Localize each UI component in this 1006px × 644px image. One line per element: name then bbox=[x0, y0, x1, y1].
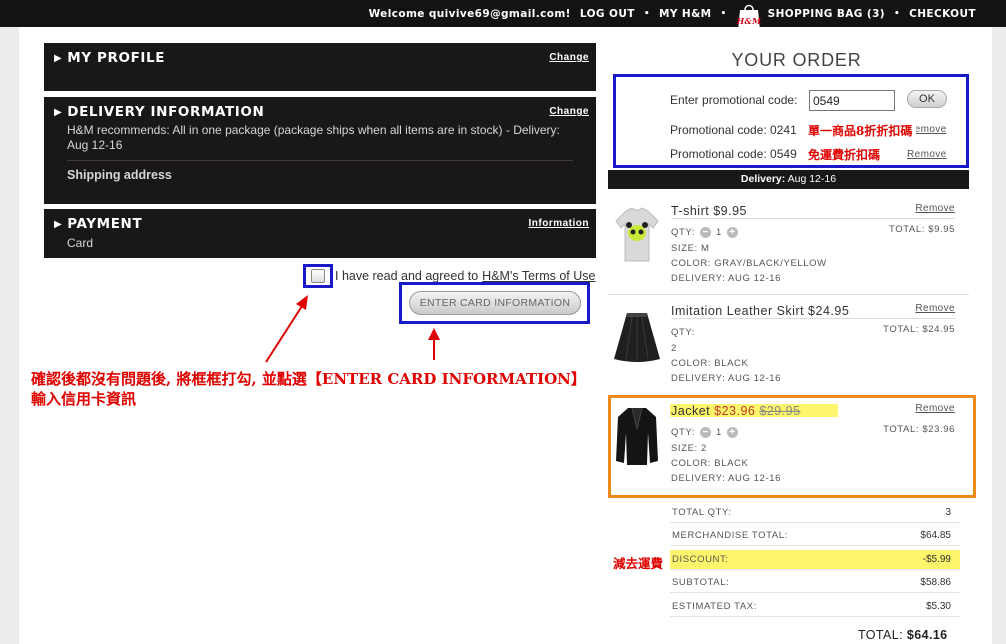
annotation-button-highlight: ENTER CARD INFORMATION bbox=[399, 282, 590, 324]
summary-row: SUBTOTAL: $58.86 bbox=[670, 573, 960, 593]
qty-decrease-icon[interactable]: − bbox=[700, 227, 712, 238]
terms-of-use-link[interactable]: H&M's Terms of Use bbox=[482, 269, 595, 283]
summary-label: SUBTOTAL: bbox=[672, 577, 730, 588]
shipping-address-label: Shipping address bbox=[67, 168, 172, 182]
order-item: Imitation Leather Skirt $24.95 Remove QT… bbox=[608, 296, 969, 394]
enter-card-information-button[interactable]: ENTER CARD INFORMATION bbox=[409, 291, 581, 315]
my-profile-panel: ▶ MY PROFILE Change bbox=[44, 43, 596, 91]
item-delivery: DELIVERY: AUG 12-16 bbox=[671, 373, 781, 384]
item-remove-link[interactable]: Remove bbox=[915, 203, 955, 214]
qty-label: QTY: bbox=[671, 227, 696, 239]
summary-value: $64.85 bbox=[920, 530, 951, 541]
terms-text: I have read and agreed to bbox=[335, 269, 479, 283]
my-profile-title[interactable]: ▶ MY PROFILE bbox=[54, 50, 165, 66]
nav-separator: • bbox=[643, 8, 650, 19]
shopping-bag-icon[interactable]: H&M bbox=[736, 1, 762, 31]
expand-triangle-icon[interactable]: ▶ bbox=[54, 107, 62, 118]
my-hm-link[interactable]: MY H&M bbox=[659, 8, 712, 20]
item-delivery: DELIVERY: AUG 12-16 bbox=[671, 273, 781, 284]
nav-separator: • bbox=[893, 8, 901, 19]
divider bbox=[608, 294, 969, 295]
qty-increase-icon[interactable]: + bbox=[726, 227, 738, 238]
grand-total-label: TOTAL: bbox=[858, 628, 904, 642]
delivery-title[interactable]: ▶ DELIVERY INFORMATION bbox=[54, 104, 264, 120]
item-qty: QTY: −1 + bbox=[671, 227, 743, 238]
tshirt-thumbnail[interactable] bbox=[612, 203, 662, 268]
payment-panel: ▶ PAYMENT Information Card bbox=[44, 209, 596, 258]
summary-row: TOTAL QTY: 3 bbox=[670, 503, 960, 523]
annotation-discount: 減去運費 bbox=[613, 556, 664, 571]
skirt-thumbnail[interactable] bbox=[612, 303, 662, 368]
annotation-instruction-line1: 確認後都沒有問題後, 將框框打勾, 並點選【ENTER CARD INFORMA… bbox=[31, 370, 586, 388]
divider bbox=[671, 218, 955, 219]
terms-checkbox[interactable] bbox=[311, 269, 325, 283]
delivery-change-link[interactable]: Change bbox=[549, 106, 589, 117]
item-name[interactable]: T-shirt $9.95 bbox=[671, 204, 747, 218]
summary-value: -$5.99 bbox=[922, 554, 951, 565]
payment-title-text: PAYMENT bbox=[67, 216, 143, 232]
summary-label: TOTAL QTY: bbox=[672, 507, 732, 518]
nav-separator: • bbox=[720, 8, 727, 19]
summary-row-discount: DISCOUNT: -$5.99 bbox=[670, 550, 960, 570]
grand-total: TOTAL: $64.16 bbox=[858, 628, 948, 642]
payment-title[interactable]: ▶ PAYMENT bbox=[54, 216, 142, 232]
summary-value: $58.86 bbox=[920, 577, 951, 588]
delivery-title-text: DELIVERY INFORMATION bbox=[67, 104, 265, 120]
annotation-instruction-line2: 輸入信用卡資訊 bbox=[31, 390, 137, 408]
top-nav: Welcome quivive69@gmail.com! LOG OUT • M… bbox=[368, 0, 976, 30]
annotation-item-highlight bbox=[608, 395, 976, 498]
item-remove-link[interactable]: Remove bbox=[915, 303, 955, 314]
item-total: TOTAL: $24.95 bbox=[883, 324, 955, 335]
qty-value: 1 bbox=[716, 227, 722, 239]
my-profile-title-text: MY PROFILE bbox=[67, 50, 166, 66]
item-qty: QTY: bbox=[671, 327, 695, 338]
item-qty-value: 2 bbox=[671, 343, 677, 354]
divider bbox=[67, 160, 573, 161]
item-name[interactable]: Imitation Leather Skirt $24.95 bbox=[671, 304, 849, 318]
order-item: T-shirt $9.95 Remove QTY: −1 + TOTAL: $9.9… bbox=[608, 196, 969, 294]
logout-link[interactable]: LOG OUT bbox=[580, 8, 635, 20]
expand-triangle-icon[interactable]: ▶ bbox=[54, 219, 62, 230]
payment-information-link[interactable]: Information bbox=[529, 218, 590, 229]
bag-logo-text: H&M bbox=[736, 16, 762, 26]
annotation-checkbox-highlight bbox=[303, 264, 333, 288]
checkout-link[interactable]: CHECKOUT bbox=[909, 8, 976, 20]
divider bbox=[671, 318, 955, 319]
summary-value: $5.30 bbox=[925, 601, 951, 612]
delivery-information-panel: ▶ DELIVERY INFORMATION Change H&M recomme… bbox=[44, 97, 596, 204]
payment-method: Card bbox=[67, 236, 94, 250]
delivery-bar: Delivery: Aug 12-16 bbox=[608, 170, 969, 189]
expand-triangle-icon[interactable]: ▶ bbox=[54, 53, 62, 64]
grand-total-value: $64.16 bbox=[906, 628, 948, 642]
annotation-promo-highlight bbox=[613, 74, 969, 168]
delivery-recommendation-line2: Aug 12-16 bbox=[67, 138, 123, 152]
summary-label: DISCOUNT: bbox=[672, 554, 729, 565]
summary-row: ESTIMATED TAX: $5.30 bbox=[670, 597, 960, 617]
top-bar: Welcome quivive69@gmail.com! LOG OUT • M… bbox=[0, 0, 1006, 30]
item-total: TOTAL: $9.95 bbox=[889, 224, 955, 235]
item-color: COLOR: BLACK bbox=[671, 358, 749, 369]
item-size: SIZE: M bbox=[671, 243, 710, 254]
delivery-bar-label: Delivery: bbox=[740, 173, 786, 185]
summary-label: MERCHANDISE TOTAL: bbox=[672, 530, 788, 541]
summary-label: ESTIMATED TAX: bbox=[672, 601, 757, 612]
shopping-bag-link[interactable]: SHOPPING BAG (3) bbox=[768, 8, 885, 20]
delivery-bar-value: Aug 12-16 bbox=[787, 173, 837, 185]
qty-label: QTY: bbox=[671, 327, 696, 338]
item-color: COLOR: GRAY/BLACK/YELLOW bbox=[671, 258, 827, 269]
summary-row: MERCHANDISE TOTAL: $64.85 bbox=[670, 526, 960, 546]
profile-change-link[interactable]: Change bbox=[549, 52, 589, 63]
welcome-text: Welcome quivive69@gmail.com! bbox=[368, 7, 571, 20]
delivery-recommendation-line1: H&M recommends: All in one package (pack… bbox=[67, 123, 560, 137]
your-order-title: YOUR ORDER bbox=[731, 50, 862, 70]
summary-value: 3 bbox=[945, 507, 951, 518]
